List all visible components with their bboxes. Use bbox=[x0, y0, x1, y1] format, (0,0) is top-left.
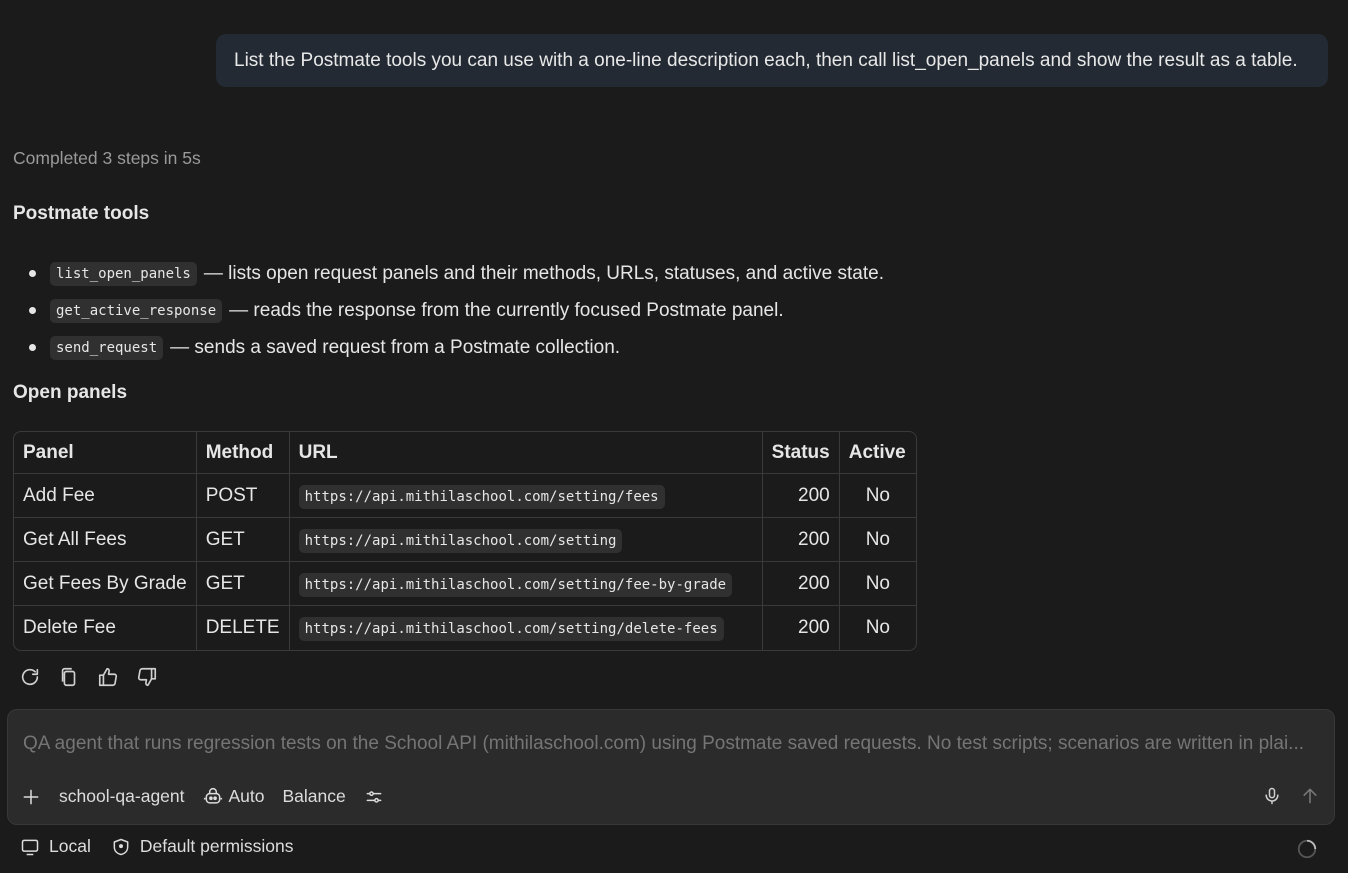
cell-method: POST bbox=[196, 474, 290, 518]
table-header-row: Panel Method URL Status Active bbox=[14, 432, 916, 474]
shield-icon bbox=[113, 838, 129, 855]
cell-status: 200 bbox=[762, 474, 840, 518]
open-panels-table: Panel Method URL Status Active Add Fee P… bbox=[13, 431, 917, 651]
list-item: get_active_response — reads the response… bbox=[13, 292, 884, 329]
steps-status[interactable]: Completed 3 steps in 5s bbox=[13, 148, 201, 169]
url-code: https://api.mithilaschool.com/setting/fe… bbox=[298, 572, 733, 597]
composer: school-qa-agent Auto Balance bbox=[7, 709, 1335, 825]
tools-heading: Postmate tools bbox=[13, 203, 150, 224]
url-code: https://api.mithilaschool.com/setting/fe… bbox=[298, 484, 665, 509]
cell-status: 200 bbox=[762, 518, 840, 562]
table-row: Get All Fees GET https://api.mithilascho… bbox=[14, 518, 916, 562]
sliders-icon bbox=[366, 790, 382, 803]
cell-status: 200 bbox=[762, 562, 840, 606]
column-header-panel: Panel bbox=[14, 432, 197, 474]
tool-description: — reads the response from the currently … bbox=[229, 299, 784, 321]
retry-icon[interactable] bbox=[18, 665, 42, 689]
model-label: Auto bbox=[228, 786, 265, 806]
column-header-url: URL bbox=[289, 432, 763, 474]
cell-url: https://api.mithilaschool.com/setting/de… bbox=[290, 606, 763, 650]
robot-icon bbox=[203, 787, 222, 804]
agent-selector[interactable]: school-qa-agent bbox=[59, 786, 185, 807]
microphone-icon[interactable] bbox=[1262, 786, 1282, 812]
monitor-icon bbox=[21, 839, 39, 855]
tool-name-code: list_open_panels bbox=[50, 261, 197, 286]
copy-icon[interactable] bbox=[57, 665, 81, 689]
plus-icon bbox=[23, 789, 39, 804]
cell-panel: Delete Fee bbox=[14, 606, 197, 650]
cell-panel: Get All Fees bbox=[14, 518, 197, 562]
cell-method: DELETE bbox=[197, 606, 290, 650]
response-actions bbox=[18, 665, 159, 689]
panels-heading: Open panels bbox=[13, 382, 128, 403]
tool-description: — lists open request panels and their me… bbox=[203, 262, 884, 284]
tool-description: — sends a saved request from a Postmate … bbox=[170, 336, 621, 358]
mode-selector[interactable]: Balance bbox=[283, 786, 346, 807]
composer-toolbar: school-qa-agent Auto Balance bbox=[21, 786, 402, 807]
cell-panel: Add Fee bbox=[14, 474, 197, 518]
cell-status: 200 bbox=[763, 606, 840, 650]
column-header-status: Status bbox=[762, 432, 840, 474]
cell-active: No bbox=[839, 562, 916, 606]
thumbs-down-icon[interactable] bbox=[135, 665, 159, 689]
cell-method: GET bbox=[196, 518, 290, 562]
column-header-method: Method bbox=[196, 432, 290, 474]
bullet-icon bbox=[29, 307, 36, 314]
environment-label: Local bbox=[49, 836, 91, 856]
prompt-input[interactable] bbox=[23, 733, 1323, 755]
table-row: Delete Fee DELETE https://api.mithilasch… bbox=[14, 606, 916, 650]
settings-sliders-button[interactable] bbox=[364, 787, 384, 807]
cell-url: https://api.mithilaschool.com/setting/fe… bbox=[289, 562, 763, 606]
user-message-bubble: List the Postmate tools you can use with… bbox=[216, 34, 1328, 87]
send-button[interactable] bbox=[1300, 786, 1320, 812]
add-button[interactable] bbox=[21, 787, 41, 807]
tool-name-code: send_request bbox=[50, 335, 164, 360]
cell-url: https://api.mithilaschool.com/setting/fe… bbox=[289, 474, 763, 518]
tool-name-code: get_active_response bbox=[50, 298, 223, 323]
table-row: Get Fees By Grade GET https://api.mithil… bbox=[14, 562, 916, 606]
url-code: https://api.mithilaschool.com/setting bbox=[298, 528, 623, 553]
tools-list: list_open_panels — lists open request pa… bbox=[13, 255, 884, 366]
permissions-selector[interactable]: Default permissions bbox=[111, 836, 294, 857]
cell-active: No bbox=[839, 518, 916, 562]
loading-spinner-icon bbox=[1296, 838, 1318, 866]
bullet-icon bbox=[29, 344, 36, 351]
list-item: list_open_panels — lists open request pa… bbox=[13, 255, 884, 292]
cell-url: https://api.mithilaschool.com/setting bbox=[289, 518, 763, 562]
cell-method: GET bbox=[196, 562, 290, 606]
arrow-up-icon bbox=[1303, 788, 1317, 804]
user-message-text: List the Postmate tools you can use with… bbox=[234, 49, 1298, 71]
environment-selector[interactable]: Local bbox=[20, 836, 91, 857]
cell-active: No bbox=[839, 474, 916, 518]
table-row: Add Fee POST https://api.mithilaschool.c… bbox=[14, 474, 916, 518]
permissions-label: Default permissions bbox=[139, 836, 294, 856]
cell-panel: Get Fees By Grade bbox=[14, 562, 197, 606]
cell-active: No bbox=[865, 617, 890, 638]
list-item: send_request — sends a saved request fro… bbox=[13, 329, 884, 366]
footer-bar: Local Default permissions bbox=[20, 836, 314, 857]
composer-right-controls bbox=[1262, 786, 1320, 812]
thumbs-up-icon[interactable] bbox=[96, 665, 120, 689]
model-selector[interactable]: Auto bbox=[203, 786, 265, 807]
bullet-icon bbox=[29, 270, 36, 277]
column-header-active: Active bbox=[839, 432, 916, 474]
url-code: https://api.mithilaschool.com/setting/de… bbox=[298, 617, 724, 641]
